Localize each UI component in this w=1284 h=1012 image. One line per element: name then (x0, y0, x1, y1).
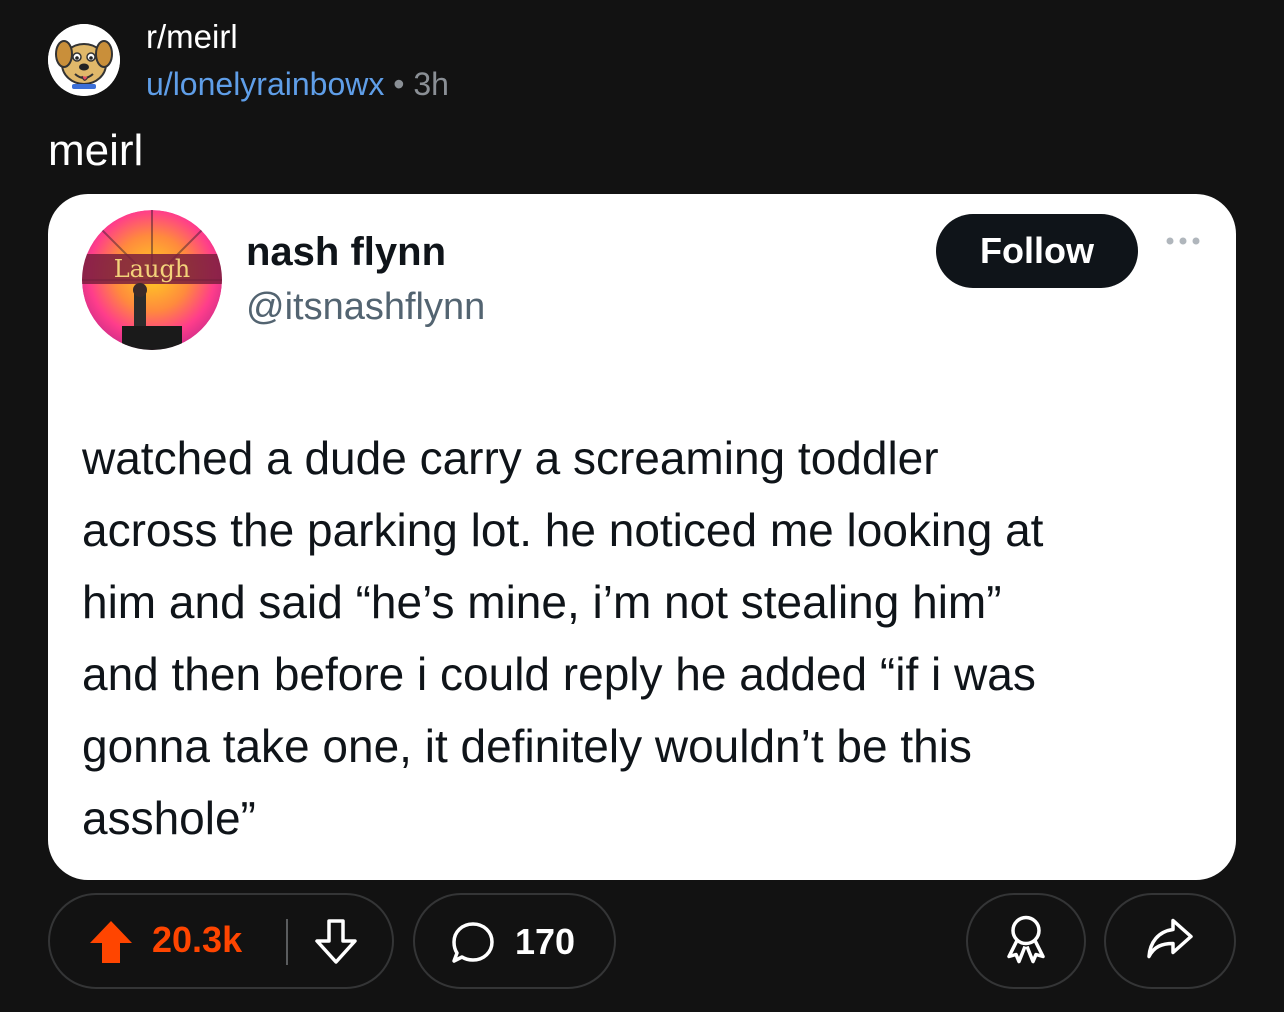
more-options-icon (1158, 226, 1208, 256)
downvote-arrow-icon[interactable] (312, 917, 360, 967)
vote-bar: 20.3k (48, 893, 394, 989)
share-button[interactable] (1104, 893, 1236, 989)
upvote-arrow-icon[interactable] (88, 919, 134, 965)
follow-button: Follow (936, 214, 1138, 288)
subreddit-avatar[interactable] (48, 24, 120, 96)
author-link[interactable]: u/lonelyrainbowx (146, 66, 384, 102)
tweet-avatar: Laugh (82, 210, 222, 350)
cartoon-dog-icon (48, 24, 120, 96)
speech-bubble-icon (449, 919, 497, 967)
vote-score: 20.3k (152, 919, 243, 960)
laugh-factory-avatar-icon: Laugh (82, 210, 222, 350)
share-arrow-icon (1144, 915, 1196, 968)
award-ribbon-icon (1001, 913, 1051, 970)
vote-divider (286, 919, 288, 965)
post-age: 3h (413, 66, 449, 102)
tweet-text: watched a dude carry a screaming toddler… (82, 432, 1044, 844)
subreddit-name[interactable]: r/meirl (146, 18, 238, 56)
comments-button[interactable]: 170 (413, 893, 616, 989)
award-button[interactable] (966, 893, 1086, 989)
meta-separator: • (393, 66, 405, 102)
tweet-author-name: nash flynn (246, 230, 447, 274)
avatar-logo-text: Laugh (114, 255, 191, 283)
tweet-author-handle: @itsnashflynn (246, 286, 486, 328)
post-title[interactable]: meirl (48, 126, 143, 176)
post-meta: u/lonelyrainbowx • 3h (146, 66, 449, 103)
post-image-tweet[interactable]: Laugh nash flynn @itsnashflynn Follow wa… (48, 194, 1236, 880)
comment-count: 170 (515, 921, 576, 962)
